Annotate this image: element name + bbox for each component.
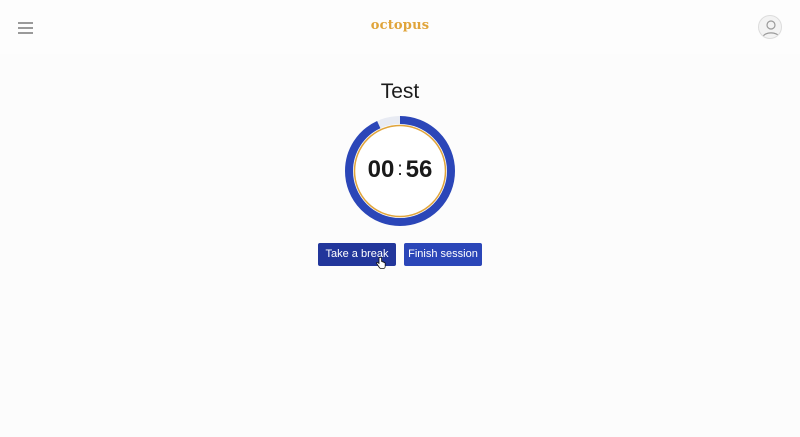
timer-readout: 00:56 bbox=[344, 156, 456, 184]
finish-session-button[interactable]: Finish session bbox=[404, 243, 482, 266]
timer-seconds: 56 bbox=[405, 156, 433, 183]
session-title: Test bbox=[380, 80, 420, 103]
top-bar: octopus bbox=[0, 0, 800, 54]
brand-logo: octopus bbox=[370, 18, 430, 33]
user-avatar-icon[interactable] bbox=[758, 15, 782, 39]
timer-minutes: 00 bbox=[367, 156, 395, 183]
hand-pointer-cursor-icon bbox=[376, 256, 386, 269]
timer-separator: : bbox=[397, 159, 403, 180]
countdown-timer: 00:56 bbox=[344, 115, 456, 227]
